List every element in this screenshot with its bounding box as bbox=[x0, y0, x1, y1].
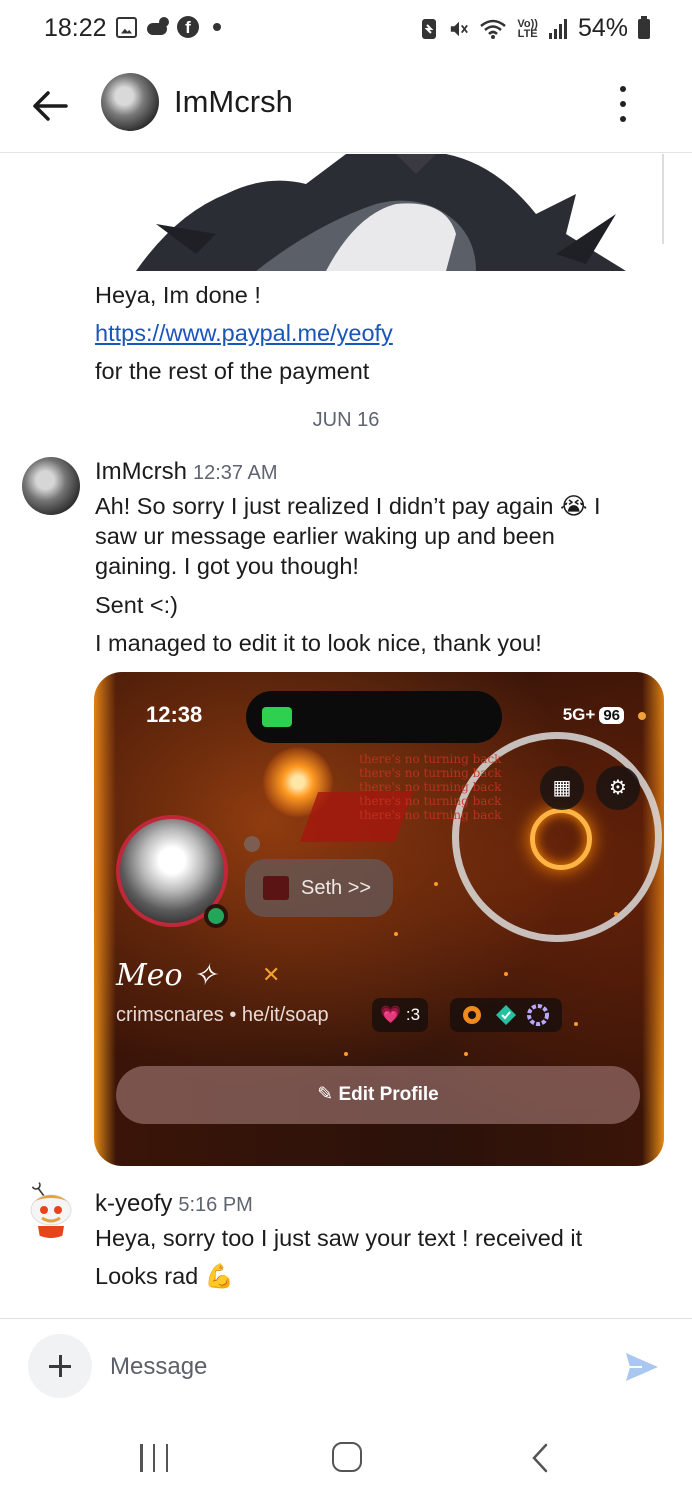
more-notifications-icon bbox=[213, 23, 221, 31]
shared-artwork-image[interactable] bbox=[116, 154, 636, 271]
more-options-icon[interactable] bbox=[616, 86, 630, 122]
message-text: Heya, sorry too I just saw your text ! r… bbox=[95, 1225, 583, 1251]
message-text: Looks rad 💪 bbox=[95, 1263, 234, 1289]
message-timestamp: 12:37 AM bbox=[193, 462, 278, 484]
profile-display-name: Meo ✧ bbox=[116, 958, 218, 993]
overlay-text: there's no turning back there's no turni… bbox=[359, 752, 502, 822]
status-chip: Seth >> bbox=[245, 859, 393, 917]
message-author: k-yeofy 5:16 PM bbox=[95, 1190, 253, 1218]
volte-indicator: Vo)) LTE bbox=[517, 17, 538, 40]
profile-subtitle: crimscnares • he/it/soap bbox=[116, 1004, 329, 1026]
message-text: Heya, Im done ! bbox=[95, 282, 261, 308]
nav-back-icon[interactable] bbox=[528, 1442, 554, 1474]
author-name[interactable]: k-yeofy bbox=[95, 1190, 172, 1217]
sender-avatar[interactable] bbox=[22, 457, 80, 515]
facetime-icon bbox=[262, 707, 292, 727]
decor-sun bbox=[530, 808, 592, 870]
signal-icon bbox=[548, 18, 567, 39]
status-bar: 18:22 f Vo)) LTE 54% bbox=[0, 0, 692, 56]
date-separator: JUN 16 bbox=[312, 409, 380, 431]
settings-gear-icon: ⚙ bbox=[596, 766, 640, 810]
send-icon[interactable] bbox=[622, 1347, 662, 1387]
data-saver-icon bbox=[422, 18, 437, 39]
chat-title[interactable]: ImMcrsh bbox=[174, 84, 293, 120]
screenshot-network: 5G+ 96 bbox=[563, 705, 624, 725]
system-nav-bar bbox=[0, 1414, 692, 1500]
message-input[interactable] bbox=[110, 1349, 590, 1385]
header-avatar[interactable] bbox=[101, 73, 159, 131]
notification-icons: f bbox=[116, 16, 221, 38]
message-author: ImMcrsh 12:37 AM bbox=[95, 458, 278, 486]
message-text: I managed to edit it to look nice, thank… bbox=[95, 630, 542, 656]
wifi-icon bbox=[480, 19, 507, 39]
add-attachment-button[interactable] bbox=[28, 1334, 92, 1398]
home-icon[interactable] bbox=[332, 1442, 362, 1472]
dynamic-island bbox=[246, 691, 502, 743]
attached-screenshot[interactable]: there's no turning back there's no turni… bbox=[94, 672, 664, 1166]
paypal-link[interactable]: https://www.paypal.me/yeofy bbox=[95, 318, 393, 348]
status-time: 18:22 bbox=[44, 14, 107, 42]
profile-badges bbox=[450, 998, 562, 1032]
heart-badge: 💗 :3 bbox=[372, 998, 429, 1032]
author-name[interactable]: ImMcrsh bbox=[95, 458, 187, 485]
mute-icon bbox=[451, 21, 469, 36]
battery-icon bbox=[638, 15, 650, 39]
message-timestamp: 5:16 PM bbox=[178, 1194, 253, 1216]
edit-profile-button: ✎ Edit Profile bbox=[116, 1066, 640, 1124]
chip-emoji-icon bbox=[263, 876, 289, 900]
facebook-icon: f bbox=[177, 16, 199, 38]
screenshot-time: 12:38 bbox=[146, 702, 203, 727]
message-composer bbox=[0, 1318, 692, 1414]
battery-percent: 54% bbox=[577, 14, 628, 42]
message-list[interactable]: Heya, Im done ! https://www.paypal.me/ye… bbox=[0, 154, 692, 1318]
message-text: Ah! So sorry I just realized I didn’t pa… bbox=[95, 493, 601, 579]
message-text: for the rest of the payment bbox=[95, 358, 370, 384]
scrollbar[interactable] bbox=[662, 154, 664, 244]
sparkle-icon: ✕ bbox=[262, 962, 281, 987]
sender-avatar[interactable] bbox=[22, 1180, 80, 1238]
gallery-icon bbox=[116, 16, 137, 38]
chat-header: ImMcrsh bbox=[0, 56, 692, 153]
screenshot-battery: 96 bbox=[599, 707, 624, 724]
recent-apps-icon[interactable] bbox=[140, 1444, 168, 1472]
shop-icon: ▦ bbox=[540, 766, 584, 810]
online-status-icon bbox=[204, 904, 228, 928]
back-arrow-icon[interactable] bbox=[28, 84, 72, 128]
message-text: Sent <:) bbox=[95, 592, 178, 618]
system-icons: Vo)) LTE 54% bbox=[419, 14, 650, 43]
weather-icon bbox=[145, 17, 169, 37]
